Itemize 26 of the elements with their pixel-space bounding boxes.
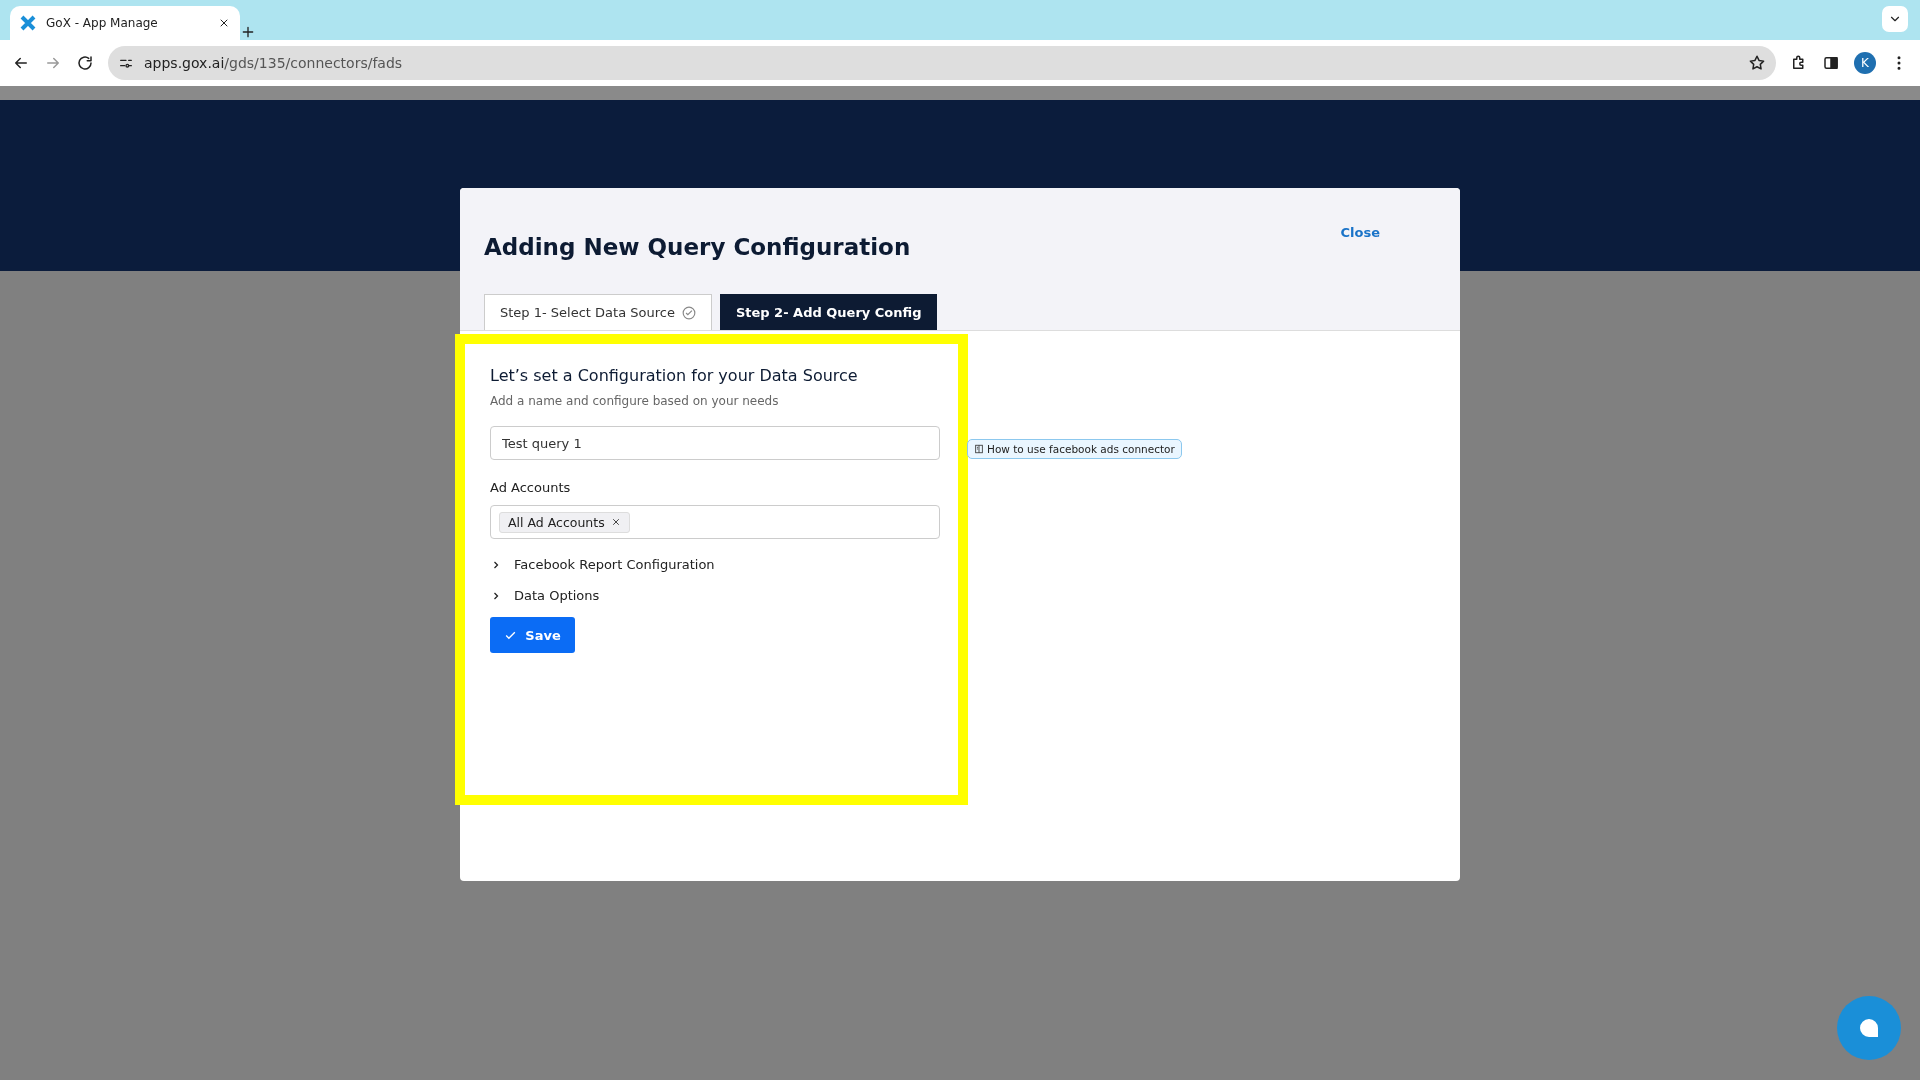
help-link[interactable]: How to use facebook ads connector	[967, 439, 1182, 459]
book-icon	[974, 444, 984, 454]
ad-accounts-field[interactable]: All Ad Accounts	[490, 505, 940, 539]
remove-icon[interactable]	[610, 517, 621, 527]
side-panel-icon[interactable]	[1822, 54, 1840, 72]
close-link[interactable]: Close	[1334, 224, 1386, 241]
step-tab[interactable]: Step 1- Select Data Source	[484, 294, 712, 330]
reload-icon[interactable]	[76, 54, 94, 72]
save-button[interactable]: Save	[490, 617, 575, 653]
close-icon[interactable]	[218, 17, 230, 29]
section-subheading: Add a name and configure based on your needs	[490, 394, 780, 408]
modal-title: Adding New Query Configuration	[484, 233, 911, 260]
collapsible-section[interactable]: Facebook Report Configuration	[490, 557, 940, 572]
address-bar[interactable]: apps.gox.ai/gds/135/connectors/fads	[108, 46, 1776, 80]
profile-avatar[interactable]: K	[1854, 52, 1876, 74]
star-icon[interactable]	[1748, 54, 1766, 72]
step-tab[interactable]: Step 2- Add Query Config	[719, 294, 938, 330]
account-tag: All Ad Accounts	[499, 511, 630, 533]
collapsible-section[interactable]: Data Options	[490, 588, 940, 603]
x-logo-icon	[20, 15, 36, 31]
field-label: Ad Accounts	[490, 480, 572, 495]
section-heading: Let’s set a Configuration for your Data Source	[490, 366, 859, 385]
chat-bubble-icon	[1857, 1016, 1881, 1040]
browser-tab[interactable]: GoX - App Manage	[10, 6, 240, 40]
new-tab-icon[interactable]	[240, 24, 256, 40]
name-input-field[interactable]: Test query 1	[490, 426, 940, 460]
